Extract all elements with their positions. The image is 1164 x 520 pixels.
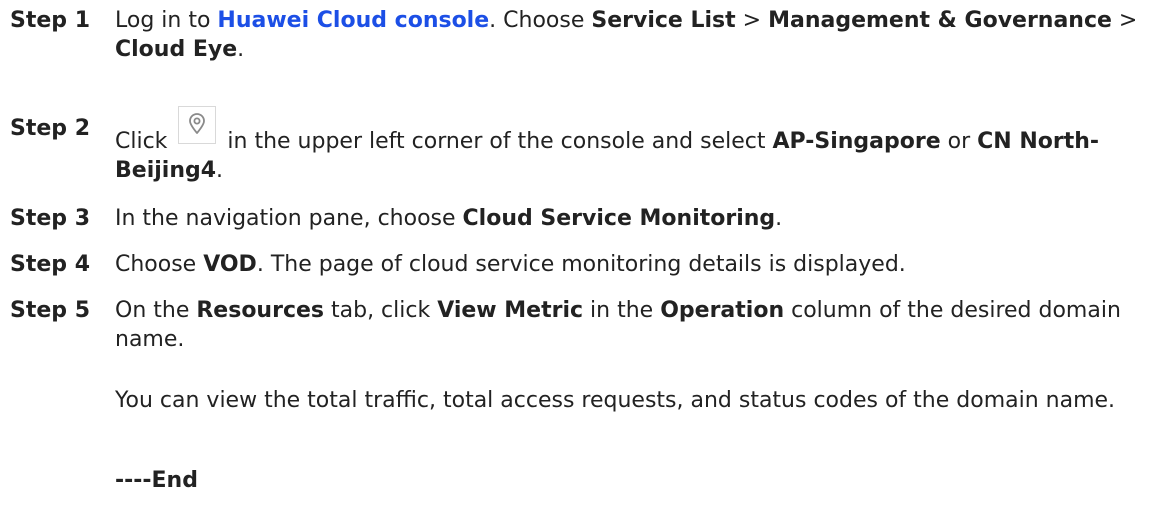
step-5-note: You can view the total traffic, total ac…: [115, 388, 1116, 413]
resources-term: Resources: [196, 298, 324, 323]
step-5-text-part: in the: [583, 298, 661, 323]
step-1-text-part: >: [735, 8, 769, 33]
huawei-cloud-console-link[interactable]: Huawei Cloud console: [217, 8, 489, 33]
step-3-text-part: .: [775, 206, 783, 231]
step-3-text: In the navigation pane, choose Cloud Ser…: [115, 204, 1150, 233]
ap-singapore-term: AP-Singapore: [772, 129, 941, 154]
step-2-text-part: or: [940, 129, 978, 154]
step-1-text-part: .: [237, 37, 245, 62]
location-pin-icon: [178, 106, 217, 144]
management-governance-term: Management & Governance: [768, 8, 1112, 33]
cloud-eye-term: Cloud Eye: [115, 37, 238, 62]
step-2: Step 2 Click in the upper left corner of…: [10, 106, 1150, 185]
step-2-text-part: in the upper left corner of the console …: [220, 129, 773, 154]
step-4-text-part: . The page of cloud service monitoring d…: [256, 252, 906, 277]
step-5: Step 5 On the Resources tab, click View …: [10, 296, 1150, 354]
step-4-text-part: Choose: [115, 252, 204, 277]
step-3: Step 3 In the navigation pane, choose Cl…: [10, 204, 1150, 233]
step-5-label: Step 5: [10, 298, 90, 323]
step-1-text-part: . Choose: [489, 8, 592, 33]
step-2-text: Click in the upper left corner of the co…: [115, 106, 1150, 185]
step-1-text-part: Log in to: [115, 8, 218, 33]
step-2-text-part: .: [216, 158, 224, 183]
step-4: Step 4 Choose VOD. The page of cloud ser…: [10, 250, 1150, 279]
step-1: Step 1 Log in to Huawei Cloud console. C…: [10, 6, 1150, 64]
step-5-text: On the Resources tab, click View Metric …: [115, 296, 1150, 354]
procedure-document: Step 1 Log in to Huawei Cloud console. C…: [0, 0, 1164, 520]
cloud-service-monitoring-term: Cloud Service Monitoring: [462, 206, 776, 231]
procedure-end-marker: ----End: [115, 468, 198, 493]
service-list-term: Service List: [591, 8, 736, 33]
view-metric-term: View Metric: [437, 298, 584, 323]
step-3-label: Step 3: [10, 206, 90, 231]
vod-term: VOD: [203, 252, 257, 277]
step-1-text-part: >: [1111, 8, 1138, 33]
step-2-label: Step 2: [10, 116, 90, 141]
step-3-text-part: In the navigation pane, choose: [115, 206, 463, 231]
step-5-text-part: On the: [115, 298, 197, 323]
step-1-label: Step 1: [10, 8, 90, 33]
step-1-text: Log in to Huawei Cloud console. Choose S…: [115, 6, 1150, 64]
step-4-text: Choose VOD. The page of cloud service mo…: [115, 250, 1150, 279]
step-4-label: Step 4: [10, 252, 90, 277]
step-5-text-part: tab, click: [324, 298, 438, 323]
operation-term: Operation: [660, 298, 785, 323]
step-2-text-part: Click: [115, 129, 175, 154]
